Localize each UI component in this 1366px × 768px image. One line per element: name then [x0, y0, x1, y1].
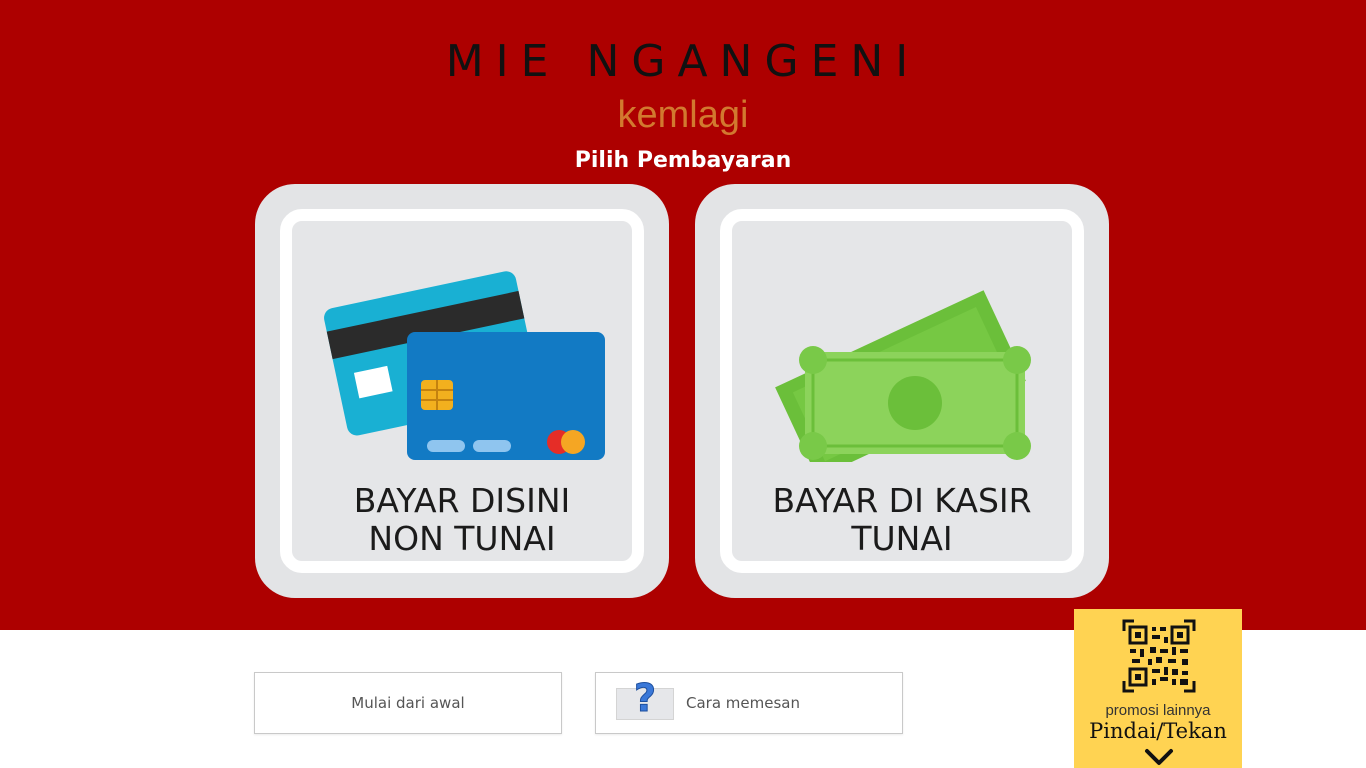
brand-subtitle: kemlagi [617, 94, 749, 136]
restart-label: Mulai dari awal [351, 694, 465, 712]
pay-cash-button[interactable]: BAYAR DI KASIR TUNAI [695, 184, 1109, 598]
page-title: Pilih Pembayaran [574, 148, 792, 173]
brand-title: MIE NGANGENI [445, 36, 921, 87]
credit-card-icon [324, 271, 605, 460]
chevron-down-icon [1145, 749, 1173, 765]
pay-option-line1: BAYAR DISINI [353, 481, 571, 520]
how-to-order-button[interactable]: ? Cara memesan [595, 672, 903, 734]
pay-option-line1: BAYAR DI KASIR [772, 481, 1032, 520]
cash-icon [775, 290, 1031, 462]
restart-button[interactable]: Mulai dari awal [254, 672, 562, 734]
qr-code-icon [1122, 619, 1196, 693]
promo-action: Pindai/Tekan [1089, 719, 1227, 743]
promo-qr-button[interactable]: promosi lainnya Pindai/Tekan [1074, 609, 1242, 768]
how-to-order-label: Cara memesan [686, 694, 800, 712]
promo-text: promosi lainnya [1105, 702, 1211, 719]
question-mark-icon: ? [633, 676, 656, 720]
svg-text:?: ? [634, 676, 656, 719]
kiosk-screen: MIE NGANGENI kemlagi Pilih Pembayaran BA… [0, 0, 1366, 768]
pay-option-line2: TUNAI [851, 519, 953, 558]
pay-noncash-button[interactable]: BAYAR DISINI NON TUNAI [255, 184, 669, 598]
pay-option-line2: NON TUNAI [368, 519, 556, 558]
